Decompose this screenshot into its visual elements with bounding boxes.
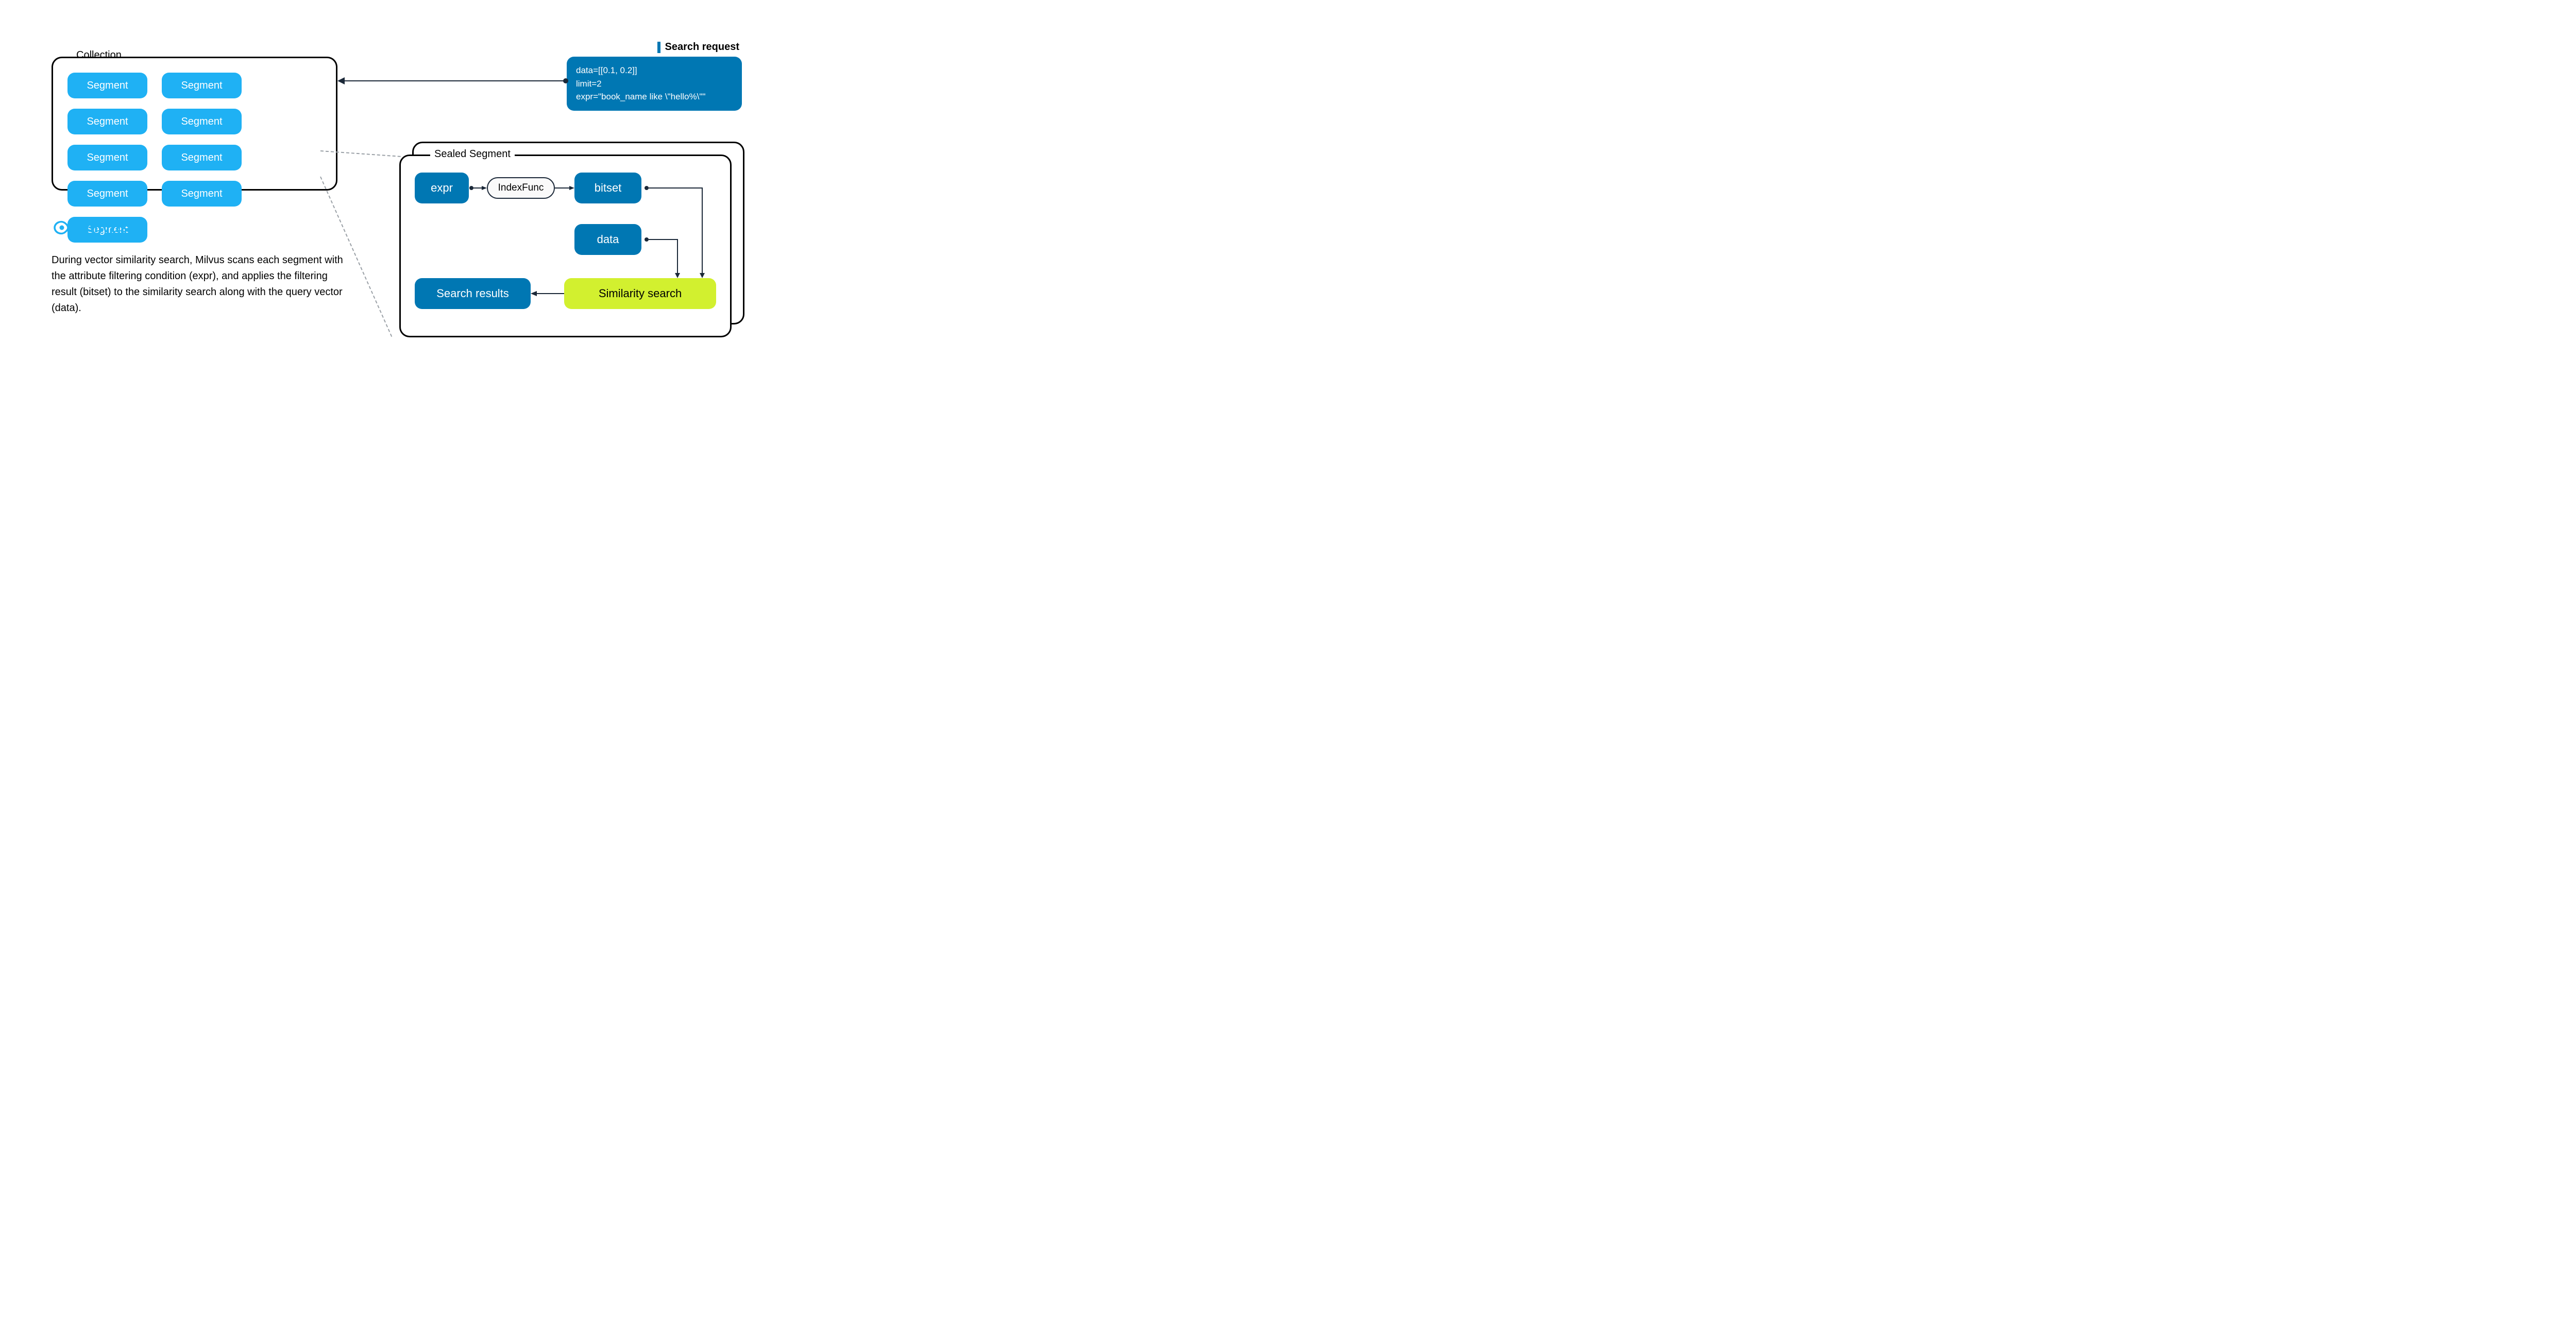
segment-pill: Segment — [162, 109, 242, 134]
data-node: data — [574, 224, 641, 255]
segment-pill: Segment — [67, 145, 147, 170]
request-line-data: data=[[0.1, 0.2]] — [576, 64, 733, 77]
arrow-request-to-collection — [338, 80, 566, 81]
segment-pill: Segment — [162, 181, 242, 207]
milvus-logo: milvus — [52, 219, 128, 236]
segment-pill: Segment — [162, 73, 242, 98]
search-request-label: Search request — [657, 41, 739, 53]
similarity-search-node: Similarity search — [564, 278, 716, 309]
search-request-box: data=[[0.1, 0.2]] limit=2 expr="book_nam… — [567, 57, 742, 111]
request-line-expr: expr="book_name like \"hello%\"" — [576, 90, 733, 104]
milvus-logo-icon — [52, 219, 74, 236]
search-results-node: Search results — [415, 278, 531, 309]
segment-pill: Segment — [162, 145, 242, 170]
collection-box: Segment Segment Segment Segment Segment … — [52, 57, 337, 191]
sealed-segment-label: Sealed Segment — [430, 148, 515, 160]
indexfunc-node: IndexFunc — [487, 177, 555, 199]
segment-pill: Segment — [67, 181, 147, 207]
description-text: During vector similarity search, Milvus … — [52, 252, 345, 316]
bitset-node: bitset — [574, 173, 641, 203]
expr-node: expr — [415, 173, 469, 203]
milvus-logo-text: milvus — [80, 219, 128, 236]
segment-pill: Segment — [67, 109, 147, 134]
request-line-limit: limit=2 — [576, 77, 733, 91]
segment-pill: Segment — [67, 73, 147, 98]
